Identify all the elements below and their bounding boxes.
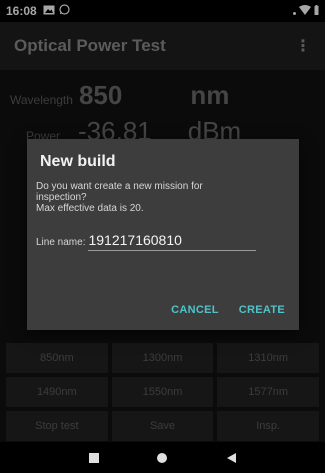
- cancel-button[interactable]: CANCEL: [171, 304, 219, 316]
- back-icon[interactable]: [219, 446, 243, 470]
- dialog-message-line-2: inspection?: [36, 192, 87, 203]
- recents-icon[interactable]: [82, 446, 106, 470]
- create-button[interactable]: CREATE: [239, 304, 285, 316]
- home-icon[interactable]: [150, 446, 174, 470]
- line-name-row: Line name:: [36, 232, 287, 251]
- dialog-actions: CANCEL CREATE: [171, 304, 285, 316]
- dialog-title: New build: [40, 153, 116, 170]
- new-build-dialog: New build Do you want create a new missi…: [27, 139, 299, 330]
- line-name-label: Line name:: [36, 237, 86, 248]
- dialog-message-line-3: Max effective data is 20.: [36, 203, 144, 214]
- dialog-message-line-1: Do you want create a new mission for: [36, 181, 203, 192]
- line-name-input[interactable]: [88, 232, 257, 251]
- navigation-bar: [0, 442, 325, 473]
